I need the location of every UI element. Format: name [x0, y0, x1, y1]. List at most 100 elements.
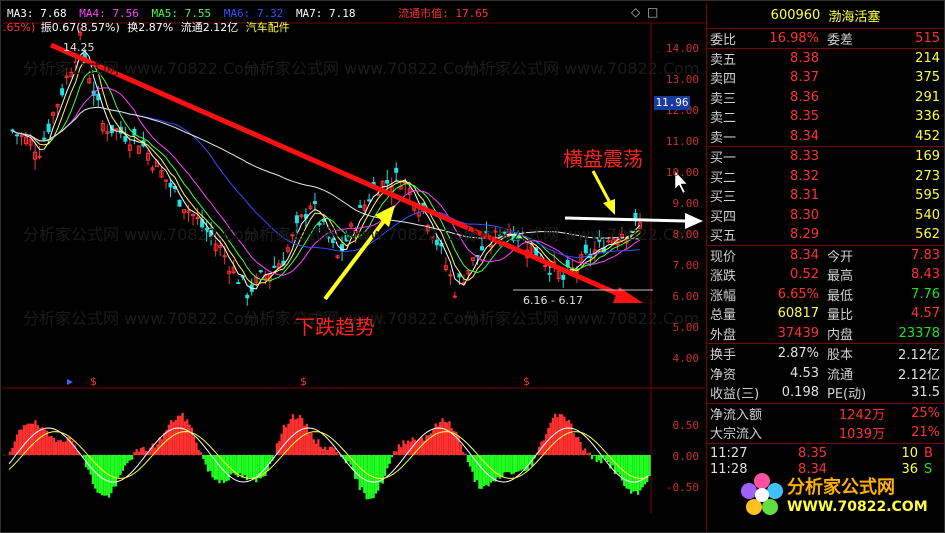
oscillator-bar [515, 455, 518, 472]
sideways-annotation: 横盘震荡 [563, 147, 643, 171]
kline-chart-panel[interactable]: MA3: 7.68 MA4: 7.56 MA5: 7.55 MA6: 7.32 … [3, 3, 705, 531]
candle-body [479, 246, 484, 251]
oscillator-bar [202, 455, 205, 459]
oscillator-bar [130, 455, 134, 460]
oscillator-bar [29, 423, 32, 455]
price-axis-label: 13.00 [665, 73, 699, 86]
oscillator-bar [328, 446, 331, 455]
candle-body [628, 230, 633, 233]
stat-label: 涨幅 [710, 288, 737, 304]
ask-label: 卖五 [710, 52, 737, 68]
price-axis-label: 9.00 [672, 197, 700, 210]
bid-volume: 595 [915, 188, 940, 204]
ask-row[interactable]: 卖三 8.36 291 [707, 88, 944, 108]
oscillator-bar [492, 455, 495, 481]
candle-body [258, 270, 263, 273]
ask-price: 8.36 [790, 89, 819, 105]
oscillator-bar [193, 436, 196, 455]
stat-value: 7.83 [911, 247, 940, 263]
bid-row[interactable]: 买四 8.30 540 [707, 206, 944, 226]
app-window: MA3: 7.68 MA4: 7.56 MA5: 7.55 MA6: 7.32 … [0, 0, 945, 533]
oscillator-bar [195, 442, 198, 455]
ask-row[interactable]: 卖一 8.34 452 [707, 127, 944, 147]
ask-volume: 375 [915, 70, 940, 86]
oscillator-bar [593, 455, 596, 456]
oscillator-bar [354, 455, 357, 479]
kline-chart-canvas[interactable] [3, 3, 705, 531]
oscillator-bar [312, 439, 315, 455]
oscillator-bar [20, 429, 23, 455]
ask-volume: 452 [915, 128, 940, 144]
ask-row[interactable]: 卖四 8.37 375 [707, 68, 944, 88]
moving-average-line [12, 59, 641, 286]
ask-price: 8.37 [790, 70, 819, 86]
candle-body [452, 295, 457, 298]
candle-body [385, 179, 390, 184]
oscillator-bar [101, 455, 104, 496]
fund-value: 4.53 [790, 365, 819, 381]
bid-row[interactable]: 买五 8.29 562 [707, 225, 944, 245]
oscillator-bar [360, 455, 364, 488]
oscillator-bar [469, 455, 472, 467]
oscillator-bar [586, 453, 589, 455]
oscillator-bar [55, 441, 58, 455]
oscillator-bar [294, 419, 297, 455]
bid-row[interactable]: 买一 8.33 169 [707, 147, 944, 167]
oscillator-bar [52, 438, 55, 455]
oscillator-bar [556, 417, 559, 455]
oscillator-bar [186, 419, 189, 455]
candle-body [15, 134, 20, 137]
stock-name: 渤海活塞 [828, 10, 881, 25]
oscillator-bar [317, 439, 320, 455]
oscillator-bar [22, 425, 26, 455]
sector-info: 汽车配件 [245, 21, 290, 34]
square-icon[interactable]: □ [647, 5, 658, 19]
oscillator-bar [588, 452, 591, 455]
candle-body [344, 234, 349, 242]
bid-price: 8.33 [790, 149, 819, 165]
weicha-value: 515 [915, 30, 940, 46]
oscillator-bar [439, 422, 442, 455]
oscillator-bar [443, 421, 446, 455]
oscillator-bar [218, 455, 221, 484]
price-axis-label: 5.00 [672, 321, 700, 334]
oscillator-bar [337, 454, 341, 455]
bid-row[interactable]: 买二 8.32 273 [707, 167, 944, 187]
oscillator-bar [13, 441, 16, 455]
oscillator-bar [365, 455, 368, 500]
oscillator-bar [335, 452, 338, 455]
float-market-value: 流通市值: 17.65 [398, 7, 489, 20]
diamond-icon[interactable]: ◇ [631, 5, 640, 19]
change-pct-fragment: .65%) [3, 21, 36, 34]
ask-row[interactable]: 卖二 8.35 336 [707, 107, 944, 127]
oscillator-bar [358, 455, 361, 490]
ask-price: 8.34 [790, 128, 819, 144]
candle-body [222, 255, 227, 258]
oscillator-bar [505, 455, 509, 473]
bid-price: 8.29 [790, 227, 819, 243]
stat-row: 涨跌 0.52 最高 8.43 [707, 265, 944, 285]
flow-label: 大宗流入 [710, 427, 763, 443]
oscillator-bar [503, 455, 506, 473]
candle-body [367, 199, 372, 202]
moving-average-line [12, 50, 641, 290]
oscillator-bar [374, 455, 377, 494]
price-axis-label: 6.00 [672, 290, 700, 303]
ask-label: 卖四 [710, 72, 737, 88]
candle-body [434, 239, 439, 246]
stat-label: 最高 [827, 269, 854, 285]
oscillator-bar [526, 455, 529, 470]
oscillator-bar [107, 455, 111, 498]
oscillator-bar [326, 450, 329, 455]
bid-row[interactable]: 买三 8.31 595 [707, 186, 944, 206]
oscillator-bar [278, 441, 281, 455]
ask-row[interactable]: 卖五 8.38 214 [707, 49, 944, 69]
oscillator-bar [98, 455, 101, 494]
oscillator-bar [121, 455, 124, 471]
fund-label: 换手 [710, 348, 737, 364]
oscillator-bar [282, 424, 285, 455]
fund-label: 净资 [710, 367, 737, 383]
candle-body [606, 240, 611, 243]
oscillator-bar [50, 435, 53, 455]
oscillator-bar [565, 421, 568, 455]
